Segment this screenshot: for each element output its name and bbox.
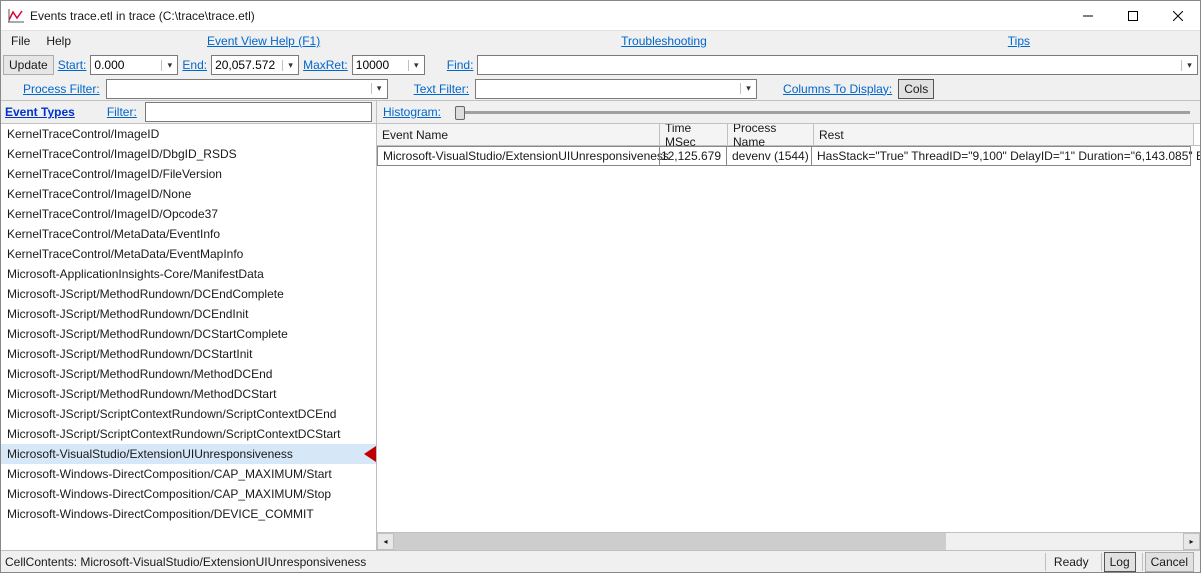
toolbar: Update Start: ▾ End: ▾ MaxRet: ▾ Find: ▾ <box>1 53 1200 77</box>
event-type-item[interactable]: KernelTraceControl/ImageID/Opcode37 <box>1 204 376 224</box>
app-icon <box>8 8 24 24</box>
event-type-item[interactable]: Microsoft-Windows-DirectComposition/CAP_… <box>1 464 376 484</box>
event-type-item[interactable]: Microsoft-JScript/MethodRundown/MethodDC… <box>1 364 376 384</box>
end-input[interactable] <box>212 56 282 74</box>
text-filter-input[interactable] <box>476 80 740 98</box>
column-header[interactable]: Event Name <box>377 124 660 145</box>
chevron-down-icon[interactable]: ▾ <box>740 83 756 94</box>
event-types-filter-field[interactable] <box>145 102 372 122</box>
status-cell-contents: CellContents: Microsoft-VisualStudio/Ext… <box>5 555 1041 569</box>
link-tips[interactable]: Tips <box>1000 31 1038 53</box>
events-header: Histogram: <box>377 101 1200 123</box>
event-types-heading[interactable]: Event Types <box>5 105 75 119</box>
event-type-item[interactable]: Microsoft-JScript/ScriptContextRundown/S… <box>1 424 376 444</box>
table-cell[interactable]: 12,125.679 <box>659 146 727 166</box>
table-cell[interactable]: Microsoft-VisualStudio/ExtensionUIUnresp… <box>377 146 660 166</box>
events-panel: Histogram: Event NameTime MSecProcess Na… <box>377 101 1200 550</box>
scroll-right-button[interactable]: ▸ <box>1183 533 1200 550</box>
table-cell[interactable]: HasStack="True" ThreadID="9,100" DelayID… <box>811 146 1191 166</box>
event-type-item[interactable]: Microsoft-JScript/MethodRundown/DCStartC… <box>1 324 376 344</box>
end-field[interactable]: ▾ <box>211 55 299 75</box>
process-filter-label[interactable]: Process Filter: <box>21 82 102 96</box>
event-type-item[interactable]: Microsoft-JScript/ScriptContextRundown/S… <box>1 404 376 424</box>
start-input[interactable] <box>91 56 161 74</box>
menu-help[interactable]: Help <box>38 31 79 53</box>
table-row[interactable]: Microsoft-VisualStudio/ExtensionUIUnresp… <box>377 146 1200 166</box>
titlebar: Events trace.etl in trace (C:\trace\trac… <box>1 1 1200 31</box>
scroll-track[interactable] <box>394 533 1183 550</box>
grid-header-row: Event NameTime MSecProcess NameRest <box>377 124 1200 146</box>
chevron-down-icon[interactable]: ▾ <box>371 83 387 94</box>
chevron-down-icon[interactable]: ▾ <box>1181 60 1197 71</box>
window-root: Events trace.etl in trace (C:\trace\trac… <box>0 0 1201 573</box>
histogram-label[interactable]: Histogram: <box>381 105 443 119</box>
filterbar: Process Filter: ▾ Text Filter: ▾ Columns… <box>1 77 1200 101</box>
grid-body[interactable]: Microsoft-VisualStudio/ExtensionUIUnresp… <box>377 146 1200 532</box>
events-grid: Event NameTime MSecProcess NameRest Micr… <box>377 123 1200 532</box>
find-label[interactable]: Find: <box>445 58 476 72</box>
chevron-down-icon[interactable]: ▾ <box>161 60 177 71</box>
horizontal-scrollbar[interactable]: ◂ ▸ <box>377 532 1200 550</box>
event-type-item[interactable]: KernelTraceControl/ImageID/None <box>1 184 376 204</box>
table-cell[interactable]: devenv (1544) <box>726 146 812 166</box>
body: Event Types Filter: KernelTraceControl/I… <box>1 101 1200 550</box>
process-filter-input[interactable] <box>107 80 371 98</box>
event-type-item[interactable]: Microsoft-JScript/MethodRundown/MethodDC… <box>1 384 376 404</box>
find-input[interactable] <box>478 56 1181 74</box>
log-button[interactable]: Log <box>1104 552 1136 572</box>
status-ready: Ready <box>1045 553 1097 571</box>
end-label[interactable]: End: <box>180 58 209 72</box>
text-filter-field[interactable]: ▾ <box>475 79 757 99</box>
event-type-item[interactable]: Microsoft-JScript/MethodRundown/DCStartI… <box>1 344 376 364</box>
event-types-filter-label[interactable]: Filter: <box>105 105 139 119</box>
event-type-item[interactable]: KernelTraceControl/MetaData/EventMapInfo <box>1 244 376 264</box>
column-header[interactable]: Rest <box>814 124 1194 145</box>
event-type-item[interactable]: KernelTraceControl/ImageID/FileVersion <box>1 164 376 184</box>
find-field[interactable]: ▾ <box>477 55 1198 75</box>
maximize-button[interactable] <box>1110 1 1155 31</box>
update-button[interactable]: Update <box>3 55 54 75</box>
event-type-item[interactable]: KernelTraceControl/ImageID <box>1 124 376 144</box>
maxret-field[interactable]: ▾ <box>352 55 425 75</box>
columns-to-display-label[interactable]: Columns To Display: <box>781 82 894 96</box>
scroll-left-button[interactable]: ◂ <box>377 533 394 550</box>
column-header[interactable]: Time MSec <box>660 124 728 145</box>
histogram-slider[interactable] <box>455 111 1190 114</box>
column-header[interactable]: Process Name <box>728 124 814 145</box>
menubar: File Help Event View Help (F1) Troublesh… <box>1 31 1200 53</box>
text-filter-label[interactable]: Text Filter: <box>412 82 471 96</box>
statusbar: CellContents: Microsoft-VisualStudio/Ext… <box>1 550 1200 572</box>
cancel-button[interactable]: Cancel <box>1145 552 1194 572</box>
event-type-item[interactable]: KernelTraceControl/MetaData/EventInfo <box>1 224 376 244</box>
close-button[interactable] <box>1155 1 1200 31</box>
maxret-label[interactable]: MaxRet: <box>301 58 350 72</box>
process-filter-field[interactable]: ▾ <box>106 79 388 99</box>
event-type-item[interactable]: Microsoft-Windows-DirectComposition/CAP_… <box>1 484 376 504</box>
event-type-item[interactable]: Microsoft-JScript/MethodRundown/DCEndIni… <box>1 304 376 324</box>
link-event-view-help[interactable]: Event View Help (F1) <box>199 31 328 53</box>
event-type-item[interactable]: Microsoft-JScript/MethodRundown/DCEndCom… <box>1 284 376 304</box>
window-title: Events trace.etl in trace (C:\trace\trac… <box>30 9 255 23</box>
columns-button[interactable]: Cols <box>898 79 934 99</box>
event-types-header: Event Types Filter: <box>1 101 376 123</box>
minimize-button[interactable] <box>1065 1 1110 31</box>
event-type-item[interactable]: KernelTraceControl/ImageID/DbgID_RSDS <box>1 144 376 164</box>
menu-file[interactable]: File <box>3 31 38 53</box>
start-field[interactable]: ▾ <box>90 55 178 75</box>
event-type-item[interactable]: Microsoft-VisualStudio/ExtensionUIUnresp… <box>1 444 376 464</box>
start-label[interactable]: Start: <box>56 58 89 72</box>
maxret-input[interactable] <box>353 56 408 74</box>
chevron-down-icon[interactable]: ▾ <box>282 60 298 71</box>
event-types-filter-input[interactable] <box>146 103 371 121</box>
histogram-slider-thumb[interactable] <box>455 106 465 120</box>
chevron-down-icon[interactable]: ▾ <box>408 60 424 71</box>
event-types-panel: Event Types Filter: KernelTraceControl/I… <box>1 101 377 550</box>
link-troubleshooting[interactable]: Troubleshooting <box>613 31 715 53</box>
event-type-item[interactable]: Microsoft-ApplicationInsights-Core/Manif… <box>1 264 376 284</box>
scroll-thumb[interactable] <box>394 533 946 550</box>
event-type-item[interactable]: Microsoft-Windows-DirectComposition/DEVI… <box>1 504 376 524</box>
event-types-list[interactable]: KernelTraceControl/ImageIDKernelTraceCon… <box>1 123 376 550</box>
